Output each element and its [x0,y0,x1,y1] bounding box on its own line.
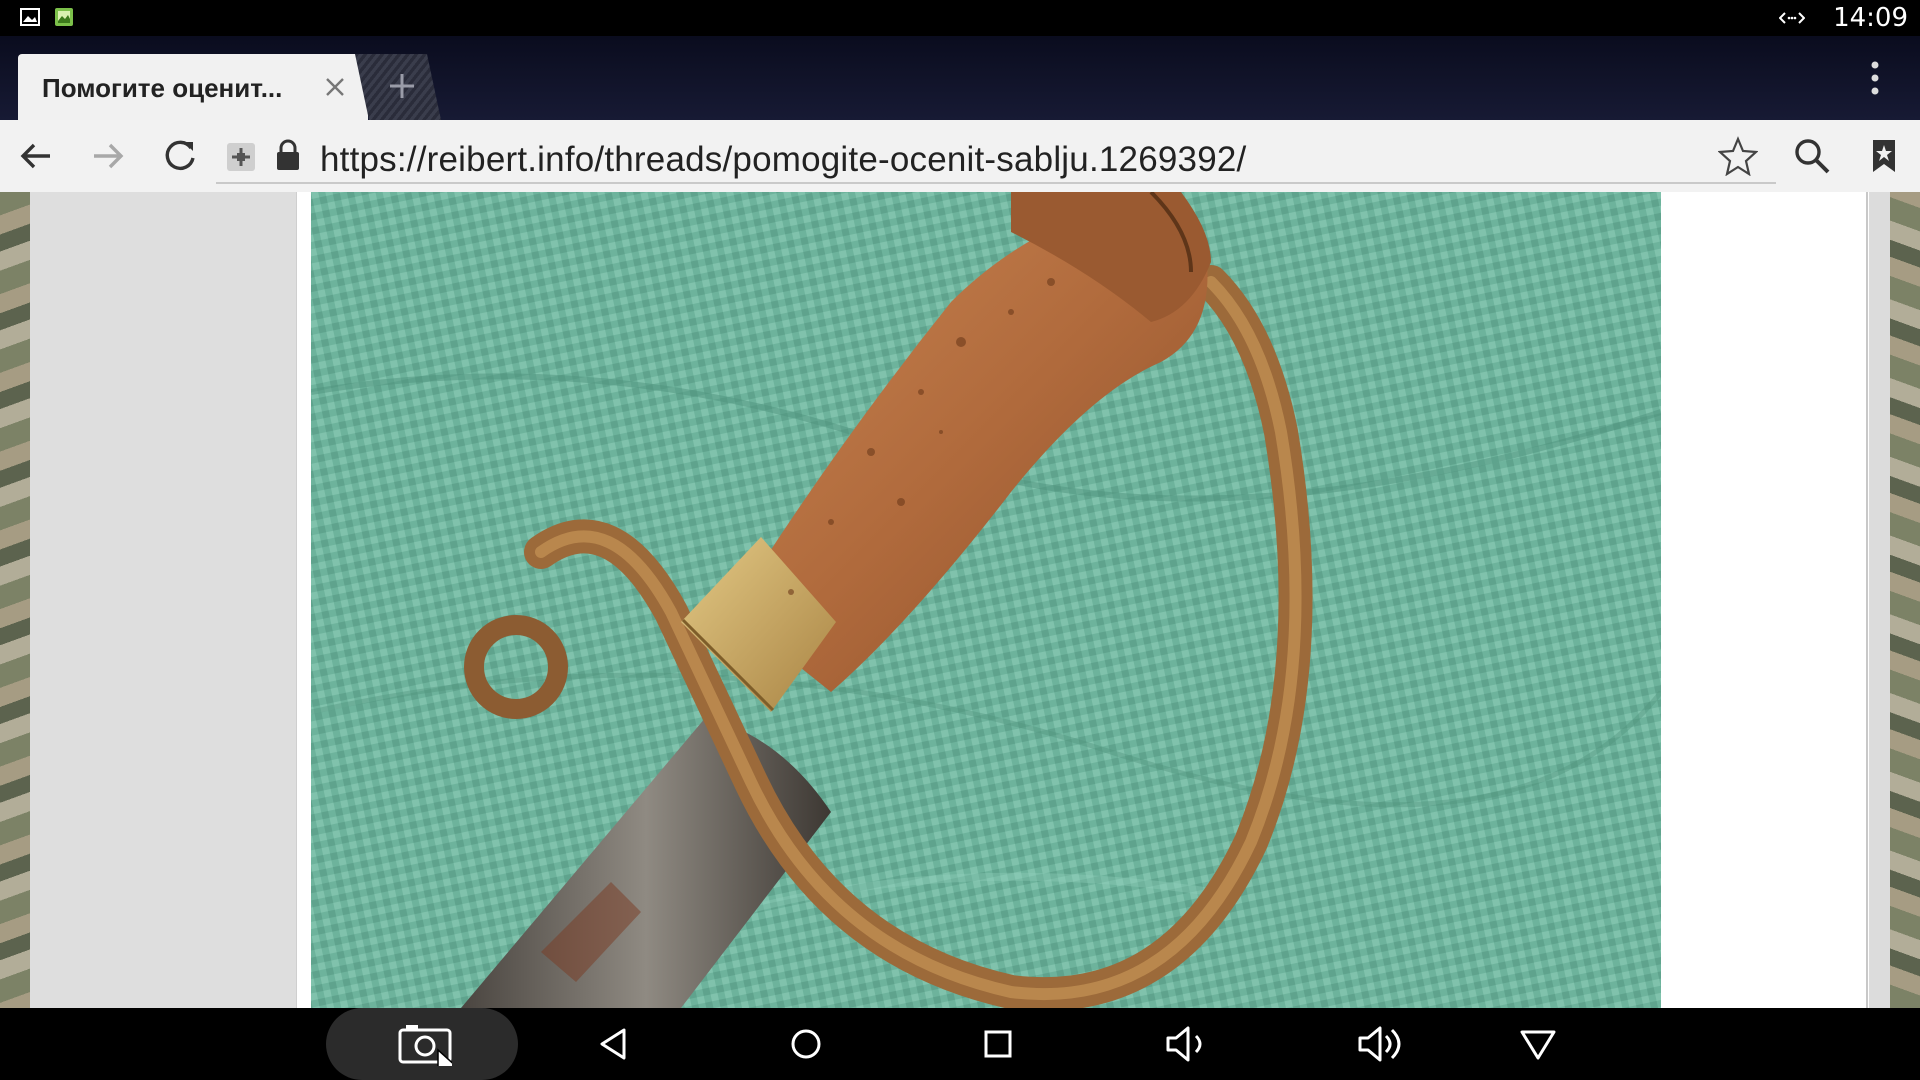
plus-icon[interactable] [384,68,420,104]
lock-icon [277,139,299,170]
screenshot-icon[interactable] [398,1022,452,1066]
recents-square-icon[interactable] [976,1022,1020,1066]
gallery-notification-icon [20,8,40,26]
system-nav-bar [0,1008,1920,1080]
search-icon[interactable] [1792,136,1832,176]
star-icon[interactable] [1718,136,1758,176]
tab-active[interactable]: Помогите оценит... [18,54,368,120]
bookmarks-icon[interactable] [1864,136,1904,176]
web-page [0,192,1920,1008]
page-background-right [1890,192,1920,1008]
hide-bar-icon[interactable] [1516,1022,1560,1066]
sabre-hilt-photo[interactable] [311,192,1661,1008]
sidebar-column [30,192,296,1008]
menu-icon[interactable] [1870,60,1880,96]
reload-icon[interactable] [160,136,200,176]
back-icon[interactable] [16,136,56,176]
site-info-icon[interactable] [226,142,256,172]
page-background-left [0,192,30,1008]
image-notification-icon [55,8,73,26]
back-triangle-icon[interactable] [592,1022,636,1066]
clock: 14:09 [1833,3,1908,33]
browser-toolbar: https://reibert.info/threads/pomogite-oc… [0,120,1920,193]
address-bar[interactable]: https://reibert.info/threads/pomogite-oc… [216,130,1776,184]
tab-title: Помогите оценит... [42,73,283,103]
post-border-right [1866,192,1868,1008]
home-circle-icon[interactable] [784,1022,828,1066]
post-right-margin [1661,192,1867,1008]
volume-up-icon[interactable] [1356,1022,1408,1066]
status-bar: 14:09 [0,0,1920,36]
data-transfer-icon [1779,12,1806,24]
url-text: https://reibert.info/threads/pomogite-oc… [320,140,1247,179]
tab-strip: Помогите оценит... [0,36,1920,120]
volume-down-icon[interactable] [1164,1022,1214,1066]
close-icon[interactable] [320,72,350,102]
forward-icon[interactable] [88,136,128,176]
